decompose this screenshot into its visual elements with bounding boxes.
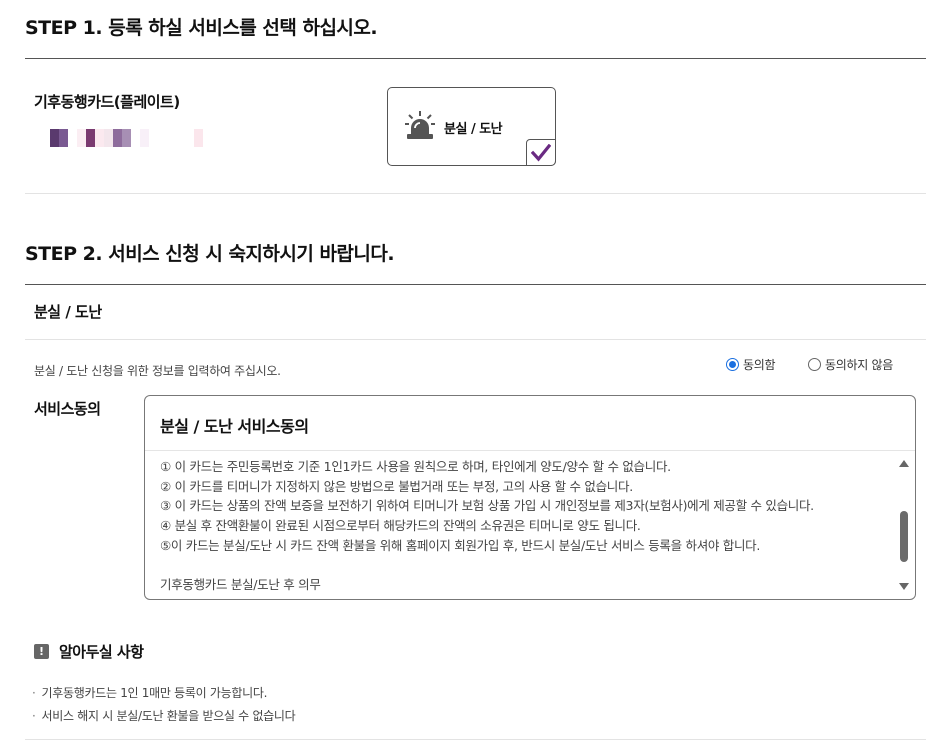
scroll-down-icon[interactable] xyxy=(899,583,909,590)
step2-title: STEP 2. 서비스 신청 시 숙지하시기 바랍니다. xyxy=(25,243,395,265)
masked-card-number xyxy=(50,129,212,147)
terms-box[interactable]: 분실 / 도난 서비스동의 ① 이 카드는 주민등록번호 기준 1인1카드 사용… xyxy=(144,395,916,600)
notice-header: ! 알아두실 사항 xyxy=(34,641,144,662)
radio-unselected-icon xyxy=(808,358,821,371)
terms-line: ① 이 카드는 주민등록번호 기준 1인1카드 사용을 원칙으로 하며, 타인에… xyxy=(160,459,671,474)
guide-text: 분실 / 도난 신청을 위한 정보를 입력하여 주십시오. xyxy=(34,364,281,378)
consent-label: 서비스동의 xyxy=(34,400,101,418)
step1-title: STEP 1. 등록 하실 서비스를 선택 하십시오. xyxy=(25,17,378,39)
service-option-label: 분실 / 도난 xyxy=(444,122,503,137)
terms-body: ① 이 카드는 주민등록번호 기준 1인1카드 사용을 원칙으로 하며, 타인에… xyxy=(160,457,895,595)
agree-label: 동의함 xyxy=(743,358,776,372)
terms-line: ③ 이 카드는 상품의 잔액 보증을 보전하기 위하여 티머니가 보험 상품 가… xyxy=(160,498,814,514)
terms-title: 분실 / 도난 서비스동의 xyxy=(160,417,309,436)
terms-line: ④ 분실 후 잔액환불이 완료된 시점으로부터 해당카드의 잔액의 소유권은 티… xyxy=(160,518,641,534)
step2-divider xyxy=(25,284,926,285)
check-icon xyxy=(531,143,551,161)
terms-line: 기후동행카드 분실/도난 후 의무 xyxy=(160,577,321,593)
notice-list: 기후동행카드는 1인 1매만 등록이 가능합니다. 서비스 해지 시 분실/도난… xyxy=(32,682,296,728)
disagree-label: 동의하지 않음 xyxy=(825,358,893,372)
step1-divider xyxy=(25,58,926,59)
step1-bottom-divider xyxy=(25,193,926,194)
terms-divider xyxy=(145,450,915,451)
agree-radio[interactable]: 동의함 xyxy=(726,356,776,373)
service-option-lost-stolen[interactable]: 분실 / 도난 xyxy=(387,87,556,166)
card-name: 기후동행카드(플레이트) xyxy=(34,93,180,111)
scroll-thumb[interactable] xyxy=(900,511,908,562)
radio-selected-icon xyxy=(726,358,739,371)
siren-icon xyxy=(405,111,435,139)
scroll-up-icon[interactable] xyxy=(899,460,909,467)
notice-item: 서비스 해지 시 분실/도난 환불을 받으실 수 없습니다 xyxy=(32,705,296,728)
notice-item: 기후동행카드는 1인 1매만 등록이 가능합니다. xyxy=(32,682,295,705)
disagree-radio[interactable]: 동의하지 않음 xyxy=(808,356,893,373)
section-divider xyxy=(25,339,926,340)
terms-scrollbar[interactable] xyxy=(898,456,911,596)
terms-blank-line xyxy=(160,556,895,576)
exclamation-icon: ! xyxy=(34,644,49,659)
service-option-checkbox[interactable] xyxy=(526,139,556,166)
notice-title: 알아두실 사항 xyxy=(59,643,144,661)
terms-line: ② 이 카드를 티머니가 지정하지 않은 방법으로 불법거래 또는 부정, 고의… xyxy=(160,478,633,494)
page-bottom-divider xyxy=(25,739,926,740)
section-title: 분실 / 도난 xyxy=(34,303,102,321)
terms-line: ⑤이 카드는 분실/도난 시 카드 잔액 환불을 위해 홈페이지 회원가입 후,… xyxy=(160,537,761,553)
